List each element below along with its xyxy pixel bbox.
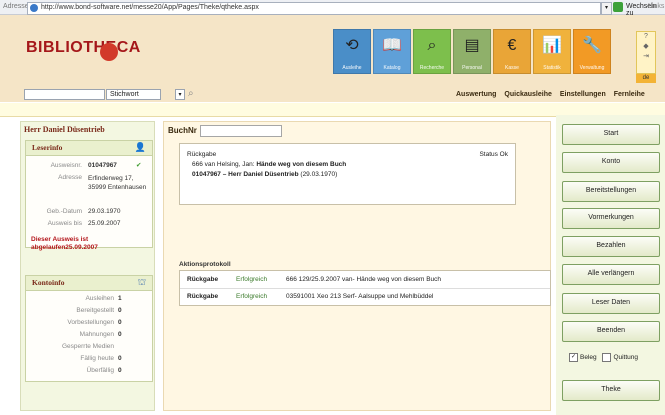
- go-arrow-icon[interactable]: [613, 2, 623, 12]
- start-button[interactable]: Start: [562, 124, 660, 145]
- toolbar-label: Verwaltung: [579, 65, 605, 71]
- reader-icon: ▤: [464, 37, 480, 54]
- euro-icon: €: [507, 37, 517, 54]
- search-icon: ⌕: [427, 37, 437, 54]
- account-info-heading: Kontoinfo: [32, 278, 65, 287]
- reader-name: Herr Daniel Düsentrieb: [24, 125, 105, 134]
- url-dropdown-icon[interactable]: ▾: [601, 2, 612, 15]
- help-icon[interactable]: ?: [637, 32, 655, 42]
- url-field[interactable]: http://www.bond-software.net/messe20/App…: [27, 2, 601, 15]
- browser-icon: [30, 4, 38, 12]
- reader-icon: 👤: [134, 142, 146, 152]
- beenden-button[interactable]: Beenden: [562, 321, 660, 342]
- logout-icon[interactable]: ⇥: [637, 52, 655, 62]
- chevron-down-icon[interactable]: ▾: [175, 89, 185, 100]
- protocol-heading: Aktionsprotokoll: [179, 261, 231, 268]
- toolbar-label: Ausleihe: [342, 65, 362, 71]
- toolbar-label: Statistik: [543, 65, 561, 71]
- address-label: Adresse: [3, 3, 29, 10]
- language-button[interactable]: de: [636, 74, 656, 83]
- toolbar-search-button[interactable]: ⌕ Recherche: [413, 29, 451, 74]
- book-icon: 📖: [382, 37, 402, 54]
- book-number-label: BuchNr: [168, 126, 197, 135]
- top-menu: Auswertung Quickausleihe Einstellungen F…: [450, 91, 645, 98]
- quittung-label: Quittung: [613, 354, 639, 362]
- beleg-checkbox[interactable]: ✓: [569, 353, 578, 362]
- search-icon[interactable]: ⌕: [188, 88, 200, 100]
- toolbar-label: Personal: [462, 65, 482, 71]
- refresh-icon: ⟲: [345, 37, 359, 54]
- account-icon: ⛫: [137, 277, 146, 287]
- action-protocol-table: Rückgabe Erfolgreich 666 129/25.9.2007 v…: [179, 270, 551, 306]
- quittung-checkbox[interactable]: [602, 353, 612, 362]
- bezahlen-button[interactable]: Bezahlen: [562, 236, 660, 257]
- toolbar-reader-button[interactable]: ▤ Personal: [453, 29, 491, 74]
- table-row: Rückgabe Erfolgreich 03591001 Xeo 213 Se…: [187, 293, 434, 300]
- account-info-panel: Kontoinfo ⛫ Ausleihen 1 Bereitgestellt 0…: [25, 275, 153, 382]
- menu-auswertung[interactable]: Auswertung: [456, 91, 496, 98]
- receipt-options: ✓ Beleg Quittung: [569, 353, 638, 362]
- toolbar-label: Recherche: [419, 65, 445, 71]
- checkmark-icon: ✔: [136, 162, 142, 169]
- alle-verlaengern-button[interactable]: Alle verlängern: [562, 264, 660, 285]
- beleg-label: Beleg: [580, 354, 597, 362]
- settings-icon[interactable]: ◆: [637, 42, 655, 52]
- toolbar-label: Kasse: [505, 65, 519, 71]
- reader-info-panel: Leserinfo 👤 Ausweisnr. 01047967 ✔ Adress…: [25, 140, 153, 248]
- return-reader-line: 01047967 – Herr Daniel Düsentrieb (29.03…: [192, 171, 338, 178]
- konto-button[interactable]: Konto: [562, 152, 660, 173]
- url-text: http://www.bond-software.net/messe20/App…: [41, 4, 259, 11]
- return-item-line: 666 van Helsing, Jan: Hände weg von dies…: [192, 161, 347, 168]
- vormerkungen-button[interactable]: Vormerkungen: [562, 208, 660, 229]
- toolbar-euro-button[interactable]: € Kasse: [493, 29, 531, 74]
- toolbar-refresh-button[interactable]: ⟲ Ausleihe: [333, 29, 371, 74]
- expired-warning: Dieser Ausweis ist abgelaufen25.09.2007: [31, 236, 98, 251]
- toolbar-chart-button[interactable]: 📊 Statistik: [533, 29, 571, 74]
- logo-mark-icon: [100, 43, 118, 61]
- return-title: Rückgabe: [187, 151, 217, 158]
- menu-quickausleihe[interactable]: Quickausleihe: [504, 91, 551, 98]
- leser-daten-button[interactable]: Leser Daten: [562, 293, 660, 314]
- return-result-box: Rückgabe Status Ok 666 van Helsing, Jan:…: [179, 143, 516, 205]
- status-badge: Status Ok: [479, 151, 508, 158]
- tools-icon: 🔧: [582, 37, 602, 54]
- search-field-select[interactable]: Stichwort: [106, 89, 161, 100]
- bereitstellungen-button[interactable]: Bereitstellungen: [562, 181, 660, 202]
- toolbar-label: Katalog: [383, 65, 401, 71]
- toolbar-book-button[interactable]: 📖 Katalog: [373, 29, 411, 74]
- menu-fernleihe[interactable]: Fernleihe: [614, 91, 645, 98]
- menu-einstellungen[interactable]: Einstellungen: [560, 91, 606, 98]
- table-row: Rückgabe Erfolgreich 666 129/25.9.2007 v…: [180, 271, 550, 289]
- mini-toolbar: ? ◆ ⇥: [636, 31, 656, 74]
- links-button[interactable]: Links: [648, 3, 664, 10]
- search-input[interactable]: [24, 89, 105, 100]
- chart-icon: 📊: [542, 37, 562, 54]
- logo: BIBLIOTHECA: [26, 39, 141, 56]
- reader-info-heading: Leserinfo: [32, 143, 63, 152]
- toolbar-tools-button[interactable]: 🔧 Verwaltung: [573, 29, 611, 74]
- address-bar: Adresse http://www.bond-software.net/mes…: [0, 0, 665, 17]
- book-number-input[interactable]: [200, 125, 282, 137]
- theke-button[interactable]: Theke: [562, 380, 660, 401]
